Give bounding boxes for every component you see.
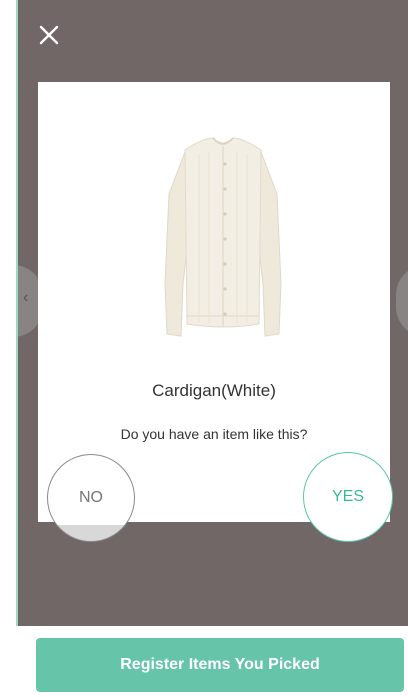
chevron-left-icon: ‹ <box>23 289 29 306</box>
register-items-label: Register Items You Picked <box>120 656 320 673</box>
yes-button[interactable]: YES <box>303 452 393 542</box>
screen: ‹ Cardigan(White) Do you have an item li… <box>18 0 408 697</box>
no-button[interactable]: NO <box>47 454 135 542</box>
close-icon[interactable] <box>38 24 60 46</box>
product-name: Cardigan(White) <box>152 381 276 400</box>
no-button-label: NO <box>79 489 103 506</box>
next-card-peek[interactable] <box>396 265 408 337</box>
question-text: Do you have an item like this? <box>120 426 308 442</box>
product-image <box>164 137 282 337</box>
modal-overlay: ‹ Cardigan(White) Do you have an item li… <box>18 0 408 626</box>
register-items-button[interactable]: Register Items You Picked <box>36 638 404 692</box>
yes-button-label: YES <box>331 488 364 505</box>
